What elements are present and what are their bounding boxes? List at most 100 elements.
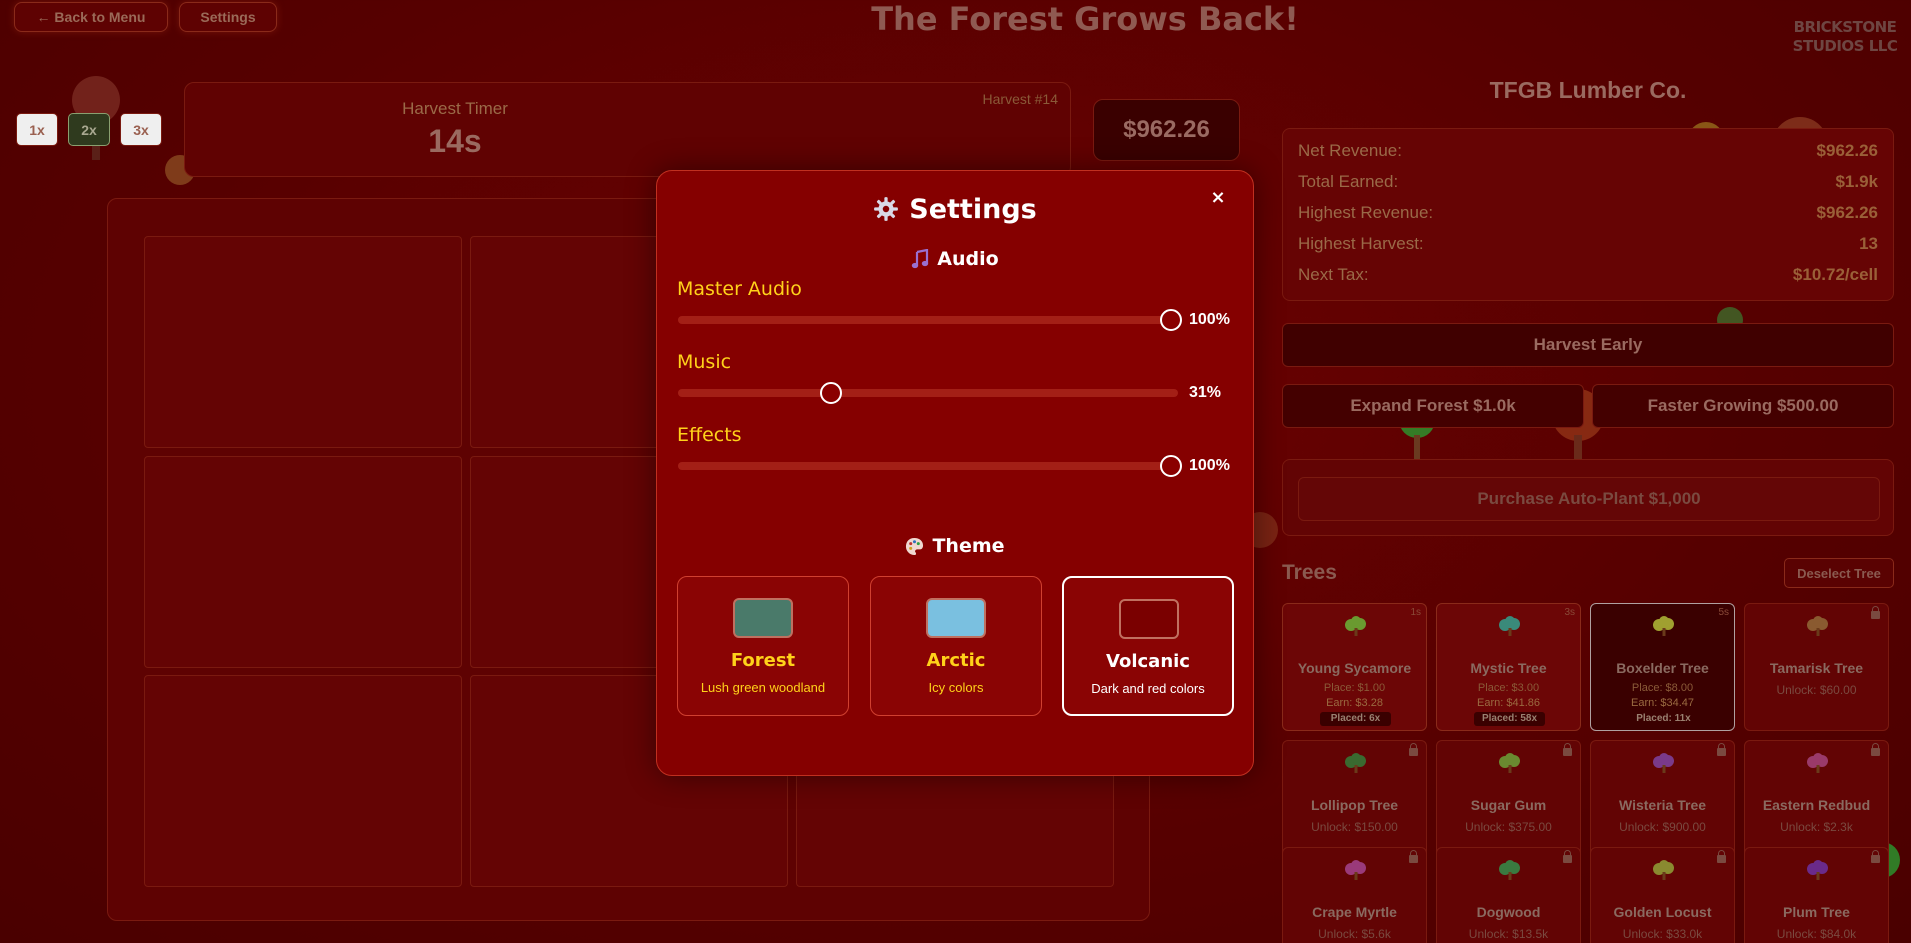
speed-2x-button[interactable]: 2x <box>68 113 110 146</box>
theme-name: Volcanic <box>1106 651 1190 672</box>
company-name: TFGB Lumber Co. <box>1489 77 1687 103</box>
faster-growing-button[interactable]: Faster Growing $500.00 <box>1592 384 1894 428</box>
tree-name: Wisteria Tree <box>1618 797 1707 813</box>
purchase-auto-plant-button[interactable]: Purchase Auto-Plant $1,000 <box>1298 477 1880 521</box>
placed-count: Placed: 58x <box>1474 712 1545 726</box>
theme-description: Dark and red colors <box>1091 681 1205 696</box>
harvest-early-button[interactable]: Harvest Early <box>1282 323 1894 367</box>
theme-arctic-option[interactable]: Arctic Icy colors <box>870 576 1042 716</box>
slider-thumb[interactable] <box>1159 309 1182 331</box>
lock-icon <box>1871 606 1880 619</box>
lock-icon <box>1409 743 1418 756</box>
audio-title-text: Audio <box>937 248 999 270</box>
earn-value: Earn: $34.47 <box>1631 697 1694 709</box>
grow-time: 3s <box>1564 607 1575 618</box>
stat-row: Highest Revenue: $962.26 <box>1298 203 1878 234</box>
tree-icon <box>1499 860 1520 880</box>
money-display: $962.26 <box>1093 99 1240 161</box>
music-value: 31% <box>1189 384 1222 401</box>
slider-thumb[interactable] <box>819 382 842 404</box>
tree-name: Young Sycamore <box>1297 660 1412 676</box>
tree-name: Tamarisk Tree <box>1769 660 1864 676</box>
lock-icon <box>1717 743 1726 756</box>
unlock-cost: Unlock: $13.5k <box>1468 927 1549 941</box>
unlock-cost: Unlock: $900.00 <box>1619 820 1706 834</box>
tree-card[interactable]: Tamarisk Tree Unlock: $60.00 <box>1744 603 1889 731</box>
tree-name: Crape Myrtle <box>1312 904 1397 920</box>
tree-name: Lollipop Tree <box>1310 797 1399 813</box>
tree-name: Dogwood <box>1476 904 1541 920</box>
tree-icon <box>1653 616 1674 636</box>
grid-cell[interactable] <box>144 675 462 887</box>
grid-cell[interactable] <box>144 456 462 668</box>
theme-forest-option[interactable]: Forest Lush green woodland <box>677 576 849 716</box>
tree-card[interactable]: Golden Locust Unlock: $33.0k <box>1590 847 1735 943</box>
tree-name: Eastern Redbud <box>1762 797 1871 813</box>
back-to-menu-button[interactable]: ← Back to Menu <box>14 2 168 32</box>
stat-row: Total Earned: $1.9k <box>1298 172 1878 203</box>
theme-swatch <box>733 598 793 638</box>
tree-icon <box>1807 616 1828 636</box>
unlock-cost: Unlock: $60.00 <box>1776 683 1857 697</box>
earn-value: Earn: $3.28 <box>1326 697 1383 709</box>
theme-title-text: Theme <box>932 535 1005 557</box>
lock-icon <box>1563 743 1572 756</box>
place-cost: Place: $1.00 <box>1323 682 1386 694</box>
tree-card[interactable]: Boxelder Tree 5s Place: $8.00 Earn: $34.47 P… <box>1590 603 1735 731</box>
lock-icon <box>1717 850 1726 863</box>
place-cost: Place: $8.00 <box>1631 682 1694 694</box>
tree-icon <box>1499 616 1520 636</box>
tree-icon <box>1807 753 1828 773</box>
speed-1x-button[interactable]: 1x <box>16 113 58 146</box>
deselect-tree-button[interactable]: Deselect Tree <box>1784 558 1894 588</box>
theme-swatch <box>926 598 986 638</box>
master-audio-slider[interactable] <box>678 309 1182 331</box>
grid-cell[interactable] <box>144 236 462 448</box>
tree-icon <box>1345 616 1366 636</box>
auto-plant-panel: Purchase Auto-Plant $1,000 <box>1282 459 1894 536</box>
lock-icon <box>1871 743 1880 756</box>
effects-slider[interactable] <box>678 455 1182 477</box>
earn-value: Earn: $41.86 <box>1477 697 1540 709</box>
slider-thumb[interactable] <box>1159 455 1182 477</box>
theme-description: Lush green woodland <box>700 680 826 695</box>
tree-name: Sugar Gum <box>1470 797 1547 813</box>
stat-label: Total Earned: <box>1298 172 1399 191</box>
stat-label: Next Tax: <box>1298 265 1369 284</box>
theme-name: Arctic <box>926 650 986 671</box>
palette-icon <box>906 537 924 555</box>
stats-panel: Net Revenue: $962.26 Total Earned: $1.9k… <box>1282 128 1894 301</box>
tree-card[interactable]: Dogwood Unlock: $13.5k <box>1436 847 1581 943</box>
lock-icon <box>1871 850 1880 863</box>
unlock-cost: Unlock: $33.0k <box>1622 927 1703 941</box>
tree-card[interactable]: Mystic Tree 3s Place: $3.00 Earn: $41.86 Pla… <box>1436 603 1581 731</box>
theme-section-title: Theme <box>657 533 1253 559</box>
tree-card[interactable]: Plum Tree Unlock: $84.0k <box>1744 847 1889 943</box>
placed-count: Placed: 6x <box>1320 712 1391 726</box>
music-slider[interactable] <box>678 382 1178 404</box>
harvest-timer-label: Harvest Timer <box>402 99 508 118</box>
tree-card[interactable]: Crape Myrtle Unlock: $5.6k <box>1282 847 1427 943</box>
stat-label: Highest Harvest: <box>1298 234 1424 253</box>
lock-icon <box>1563 850 1572 863</box>
music-note-icon <box>912 249 929 269</box>
harvest-number: Harvest #14 <box>982 91 1058 107</box>
tree-name: Mystic Tree <box>1470 660 1547 676</box>
harvest-timer-panel: Harvest Timer 14s Harvest #14 <box>184 82 1071 177</box>
theme-name: Forest <box>730 650 796 671</box>
settings-button[interactable]: Settings <box>179 2 277 32</box>
theme-swatch <box>1119 599 1179 639</box>
grow-time: 1s <box>1410 607 1421 618</box>
stat-label: Highest Revenue: <box>1298 203 1434 222</box>
tree-card[interactable]: Young Sycamore 1s Place: $1.00 Earn: $3.28 P… <box>1282 603 1427 731</box>
effects-value: 100% <box>1189 457 1230 474</box>
theme-volcanic-option[interactable]: Volcanic Dark and red colors <box>1062 576 1234 716</box>
tree-icon <box>1345 860 1366 880</box>
music-label: Music <box>677 351 732 373</box>
settings-modal: × Settings Audio Master Audio 100% Music… <box>656 170 1254 776</box>
unlock-cost: Unlock: $84.0k <box>1776 927 1857 941</box>
harvest-timer-value: 14s <box>428 123 482 159</box>
modal-title: Settings <box>657 192 1253 226</box>
expand-forest-button[interactable]: Expand Forest $1.0k <box>1282 384 1584 428</box>
speed-3x-button[interactable]: 3x <box>120 113 162 146</box>
